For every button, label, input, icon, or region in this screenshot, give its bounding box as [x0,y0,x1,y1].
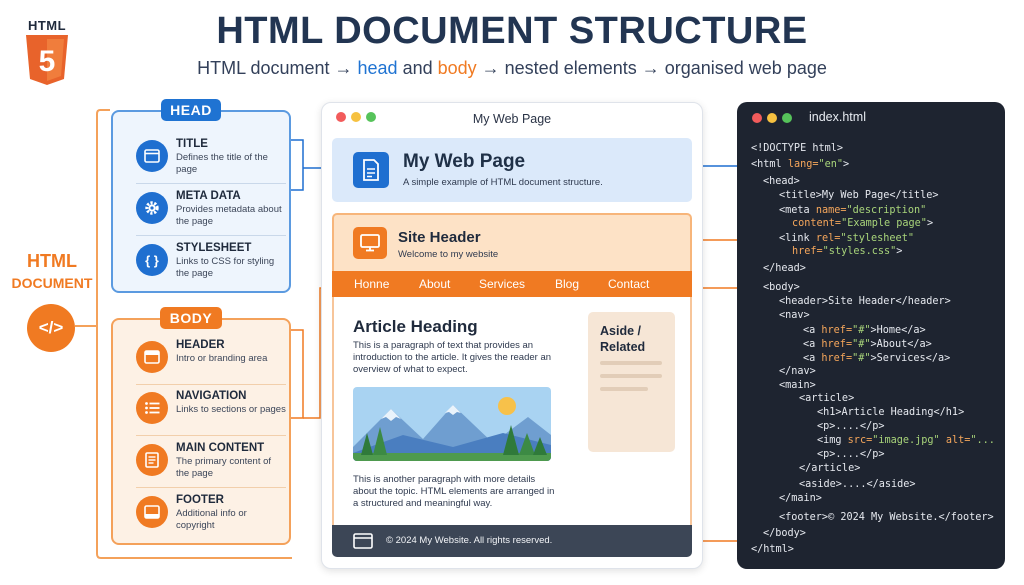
code-line: <body> [763,282,800,293]
code-line: content="Example page"> [792,218,934,229]
code-line: <h1>Article Heading</h1> [817,407,965,418]
head-section: My Web Page A simple example of HTML doc… [332,138,692,202]
aside-title: Aside / Related [600,324,646,354]
body-item-footer: FOOTER Additional info or copyright [136,494,286,538]
code-line: <header>Site Header</header> [779,296,951,307]
code-line: <p>....</p> [817,421,885,432]
code-icon: </> [27,304,75,352]
nav-link-about[interactable]: About [419,277,450,291]
code-line: <aside>....</aside> [799,479,916,490]
document-icon [353,152,389,188]
minimize-dot [767,113,777,123]
code-line: <a href="#">Home</a> [803,325,926,336]
body-pill: BODY [160,307,222,329]
code-line: </body> [763,528,806,539]
nav-link-blog[interactable]: Blog [555,277,579,291]
divider [136,435,286,436]
divider [136,235,286,236]
code-line: <nav> [779,310,810,321]
code-line: href="styles.css"> [792,246,903,257]
window-icon [136,140,168,172]
landscape-image [353,387,551,461]
body-item-navigation: NAVIGATION Links to sections or pages [136,390,286,434]
braces-icon: { } [136,244,168,276]
code-line: <head> [763,176,800,187]
code-line: <p>....</p> [817,449,885,460]
header-icon [136,341,168,373]
code-line: </article> [799,463,861,474]
code-line: <footer>© 2024 My Website.</footer> [779,512,994,523]
code-line: <main> [779,380,816,391]
divider [136,183,286,184]
code-filename: index.html [809,110,866,124]
browser-title: My Web Page [472,112,552,126]
site-footer: © 2024 My Website. All rights reserved. [332,525,692,557]
code-line: <meta name="description" [779,205,927,216]
code-line: <a href="#">About</a> [803,339,932,350]
html-document-label: HTML DOCUMENT [11,251,93,291]
code-line: </main> [779,493,822,504]
maximize-dot [782,113,792,123]
head-item-meta: META DATA Provides metadata about the pa… [136,190,286,234]
code-line: <title>My Web Page</title> [779,190,939,201]
aside-box: Aside / Related [588,312,675,452]
aside-line [600,387,648,391]
body-item-header: HEADER Intro or branding area [136,339,286,383]
site-header-title: Site Header [398,229,481,246]
footer-icon [136,496,168,528]
nav-link-home[interactable]: Honne [354,277,389,291]
list-icon [136,392,168,424]
aside-line [600,374,662,378]
nav-link-services[interactable]: Services [479,277,525,291]
close-dot [752,113,762,123]
code-line: <article> [799,393,855,404]
head-item-stylesheet: { } STYLESHEET Links to CSS for styling … [136,242,286,286]
code-line: <a href="#">Services</a> [803,353,951,364]
nav-link-contact[interactable]: Contact [608,277,649,291]
code-line: <!DOCTYPE html> [751,143,844,154]
site-header-subtitle: Welcome to my website [398,249,499,260]
nav-bar: Honne About Services Blog Contact [332,271,692,297]
gear-icon [136,192,168,224]
code-line: </head> [763,263,806,274]
footer-text: © 2024 My Website. All rights reserved. [386,535,553,546]
monitor-icon [353,227,387,259]
article-paragraph-1: This is a paragraph of text that provide… [353,340,552,375]
site-header: Site Header Welcome to my website [332,213,692,271]
head-title: My Web Page [403,151,526,172]
article-paragraph-2: This is another paragraph with more deta… [353,474,555,509]
divider [136,487,286,488]
footer-icon [353,533,373,549]
code-line: <img src="image.jpg" alt="... [817,435,995,446]
head-item-title: TITLE Defines the title of the page [136,138,286,182]
code-line: <link rel="stylesheet" [779,233,914,244]
article-heading: Article Heading [353,317,478,336]
head-pill: HEAD [161,99,221,121]
code-line: </nav> [779,366,816,377]
code-line: </html> [751,544,794,555]
document-icon [136,444,168,476]
aside-line [600,361,662,365]
code-line: <html lang="en"> [751,159,850,170]
head-subtitle: A simple example of HTML document struct… [403,177,603,188]
divider [136,384,286,385]
body-item-main-content: MAIN CONTENT The primary content of the … [136,442,286,486]
